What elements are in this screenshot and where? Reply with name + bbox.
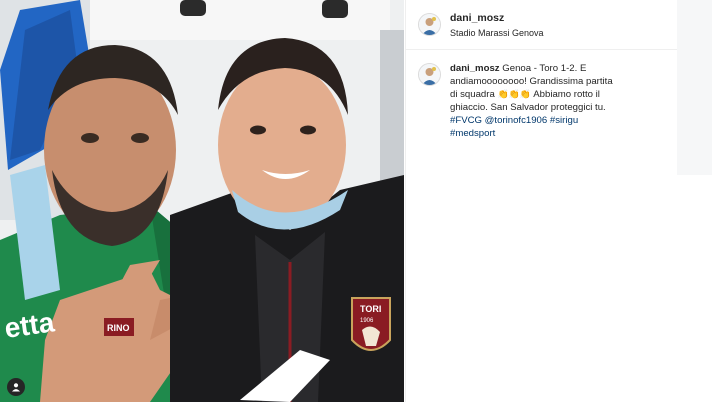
post-header: dani_mosz Stadio Marassi Genova: [406, 0, 712, 50]
post-location[interactable]: Stadio Marassi Genova: [450, 27, 544, 40]
badge-left-text: RINO: [107, 323, 130, 333]
hashtag-fvcg[interactable]: #FVCG: [450, 115, 482, 126]
caption-avatar-icon[interactable]: [418, 63, 441, 86]
caption-username[interactable]: dani_mosz: [450, 63, 500, 74]
clap-emoji: 👏👏👏: [497, 89, 532, 99]
badge-right-text: TORI: [360, 304, 381, 314]
post-sidebar: dani_mosz Stadio Marassi Genova dani_mos…: [405, 0, 712, 402]
caption: dani_mosz Genoa - Toro 1-2. E andiamoooo…: [406, 50, 712, 140]
badge-year-text: 1906: [360, 318, 374, 324]
tagged-users-button[interactable]: [7, 378, 25, 396]
hashtag-medsport[interactable]: #medsport: [450, 128, 495, 139]
side-strip: [677, 0, 712, 175]
post-username[interactable]: dani_mosz: [450, 12, 504, 24]
user-icon: [12, 383, 20, 392]
post-photo[interactable]: etta RINO TORI 1906: [0, 0, 404, 402]
mention-torinofc1906[interactable]: @torinofc1906: [485, 115, 548, 126]
caption-text: dani_mosz Genoa - Toro 1-2. E andiamoooo…: [450, 62, 620, 140]
avatar-icon[interactable]: [418, 13, 441, 36]
photo-illustration: etta RINO TORI 1906: [0, 0, 404, 402]
hashtag-sirigu[interactable]: #sirigu: [550, 115, 578, 126]
